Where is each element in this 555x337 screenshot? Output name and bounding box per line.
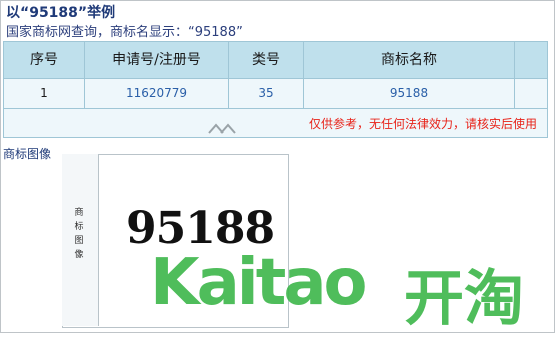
row-divider bbox=[4, 108, 547, 109]
column-header-class: 类号 bbox=[252, 52, 280, 68]
column-header-reg-no: 申请号/注册号 bbox=[112, 52, 201, 68]
table-header: 序号 申请号/注册号 类号 商标名称 bbox=[4, 42, 547, 78]
trademark-image-side-label: 商 标 图 像 bbox=[65, 206, 93, 262]
example-title: 以“95188”举例 bbox=[6, 5, 116, 21]
kaitao-watermark-logo: Kaitao bbox=[150, 246, 367, 320]
cell-class-link[interactable]: 35 bbox=[229, 79, 303, 107]
side-label-char: 标 bbox=[74, 222, 84, 232]
side-label-char: 像 bbox=[74, 250, 84, 260]
disclaimer-text: 仅供参考，无任何法律效力，请核实后使用 bbox=[308, 117, 537, 131]
collapse-toggle-icon[interactable] bbox=[207, 122, 239, 134]
cell-name-link[interactable]: 95188 bbox=[304, 79, 514, 107]
side-label-char: 商 bbox=[74, 208, 84, 218]
query-description: 国家商标网查询，商标名显示：“95188” bbox=[6, 25, 243, 40]
cell-index: 1 bbox=[40, 86, 48, 100]
column-header-index: 序号 bbox=[30, 52, 58, 68]
side-label-char: 图 bbox=[74, 236, 84, 246]
cell-reg-no-link[interactable]: 11620779 bbox=[85, 79, 228, 107]
trademark-image-label: 商标图像 bbox=[3, 147, 52, 161]
kaitao-watermark-chinese: 开淘 bbox=[404, 264, 524, 334]
search-results-table: 序号 申请号/注册号 类号 商标名称 1 11620779 35 95188 仅… bbox=[3, 41, 548, 138]
column-header-name: 商标名称 bbox=[381, 52, 437, 68]
column-divider bbox=[514, 42, 515, 108]
